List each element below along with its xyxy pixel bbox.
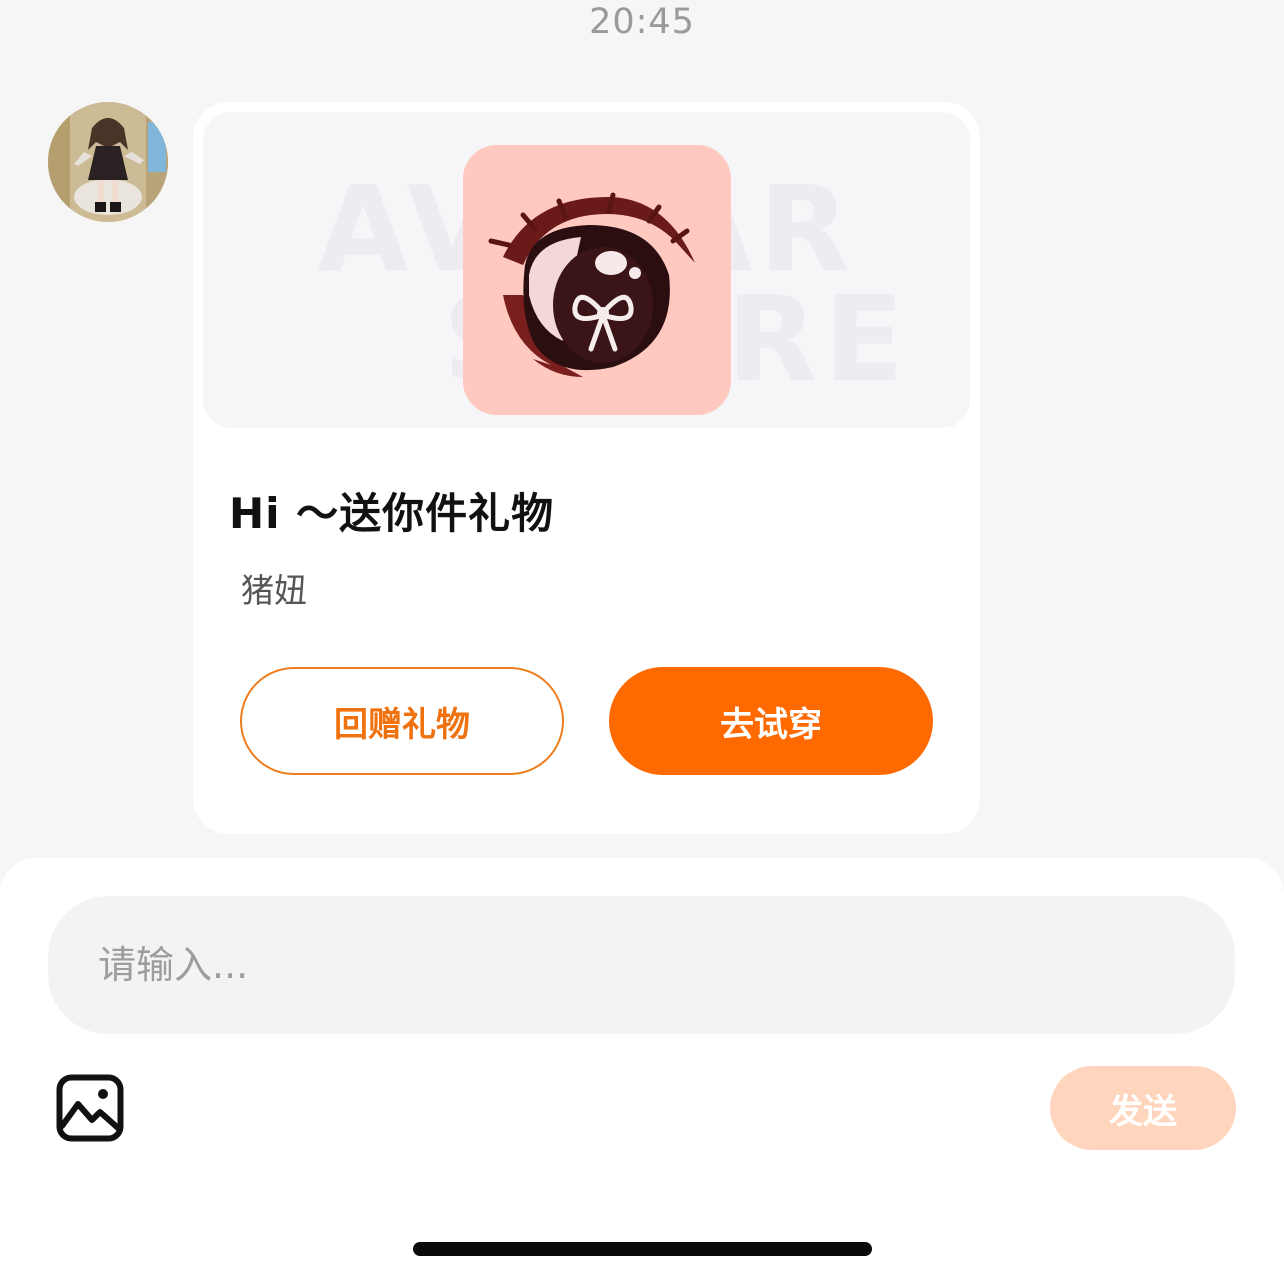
gift-message-title: Hi ～送你件礼物 [229,489,555,538]
image-icon [56,1074,124,1142]
send-button[interactable]: 发送 [1050,1066,1236,1150]
return-gift-button[interactable]: 回赠礼物 [240,667,564,775]
gift-message-card: AVATAR STORE Hi ～送你件礼物 猪妞 回赠礼物 去试穿 [193,102,980,834]
anime-eye-icon [463,145,731,415]
message-timestamp: 20:45 [589,2,695,42]
avatar-image [48,102,168,222]
image-picker-button[interactable] [56,1074,124,1142]
sender-avatar[interactable] [48,102,168,222]
gift-banner: AVATAR STORE [203,112,970,428]
message-composer: 发送 [0,858,1284,1282]
message-input[interactable] [48,896,1235,1034]
try-on-button[interactable]: 去试穿 [609,667,933,775]
gift-item-thumbnail[interactable] [463,145,731,415]
home-indicator[interactable] [413,1242,872,1256]
gift-sender-name: 猪妞 [241,571,307,610]
